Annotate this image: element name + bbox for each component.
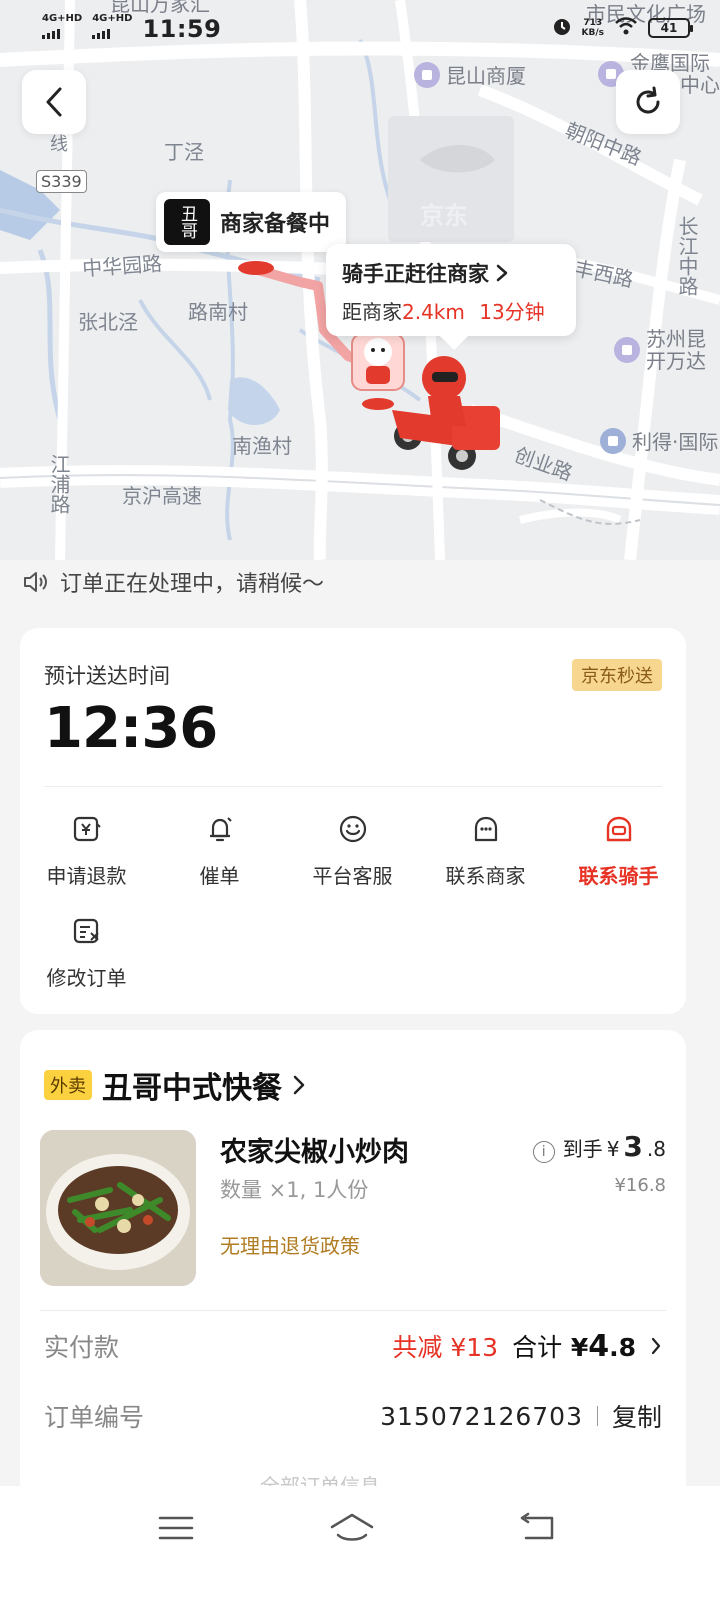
delivery-service-badge: 京东秒送	[572, 659, 662, 691]
system-nav-bar	[0, 1486, 720, 1600]
item-name: 农家尖椒小炒肉	[220, 1137, 409, 1168]
refresh-icon	[636, 86, 660, 114]
poi-lide: 利得·国际	[600, 426, 718, 455]
merchant-marker-bubble[interactable]: 丑哥 商家备餐中	[156, 192, 347, 252]
shop-header[interactable]: 外卖 丑哥中式快餐	[44, 1063, 306, 1107]
net-speed: 713 KB/s	[581, 18, 604, 38]
price-currency: ¥	[606, 1137, 620, 1161]
copy-button[interactable]: 复制	[612, 1398, 662, 1434]
map-label-jiangpulu: 江浦路	[47, 454, 71, 514]
map-label-zhonghualu: 中华园路	[81, 251, 163, 281]
price-prefix: 到手	[562, 1137, 603, 1161]
map-label-dingjing: 丁泾	[164, 140, 204, 164]
bell-icon	[203, 812, 237, 846]
home-icon	[330, 1513, 374, 1541]
rider-eta: 13分钟	[479, 300, 545, 324]
signal-bars-icon	[92, 29, 111, 39]
poi-building-icon	[600, 427, 626, 454]
modify-order-button[interactable]: 修改订单	[20, 914, 153, 991]
home-nav-button[interactable]	[322, 1508, 382, 1548]
chevron-right-icon	[293, 1075, 305, 1095]
shop-logo: 丑哥	[164, 199, 210, 245]
original-price: ¥16.8	[614, 1175, 666, 1196]
customer-service-button[interactable]: 平台客服	[286, 812, 419, 889]
order-number: 315072126703	[380, 1401, 583, 1431]
battery-icon: 41	[648, 18, 693, 38]
signal-bars-icon	[42, 29, 60, 39]
separator	[596, 1406, 598, 1426]
chevron-right-icon	[651, 1337, 661, 1355]
order-number-label: 订单编号	[44, 1403, 145, 1432]
signal-2: 4G+HD	[92, 14, 132, 43]
urge-order-button[interactable]: 催单	[153, 812, 286, 889]
takeout-tag: 外卖	[44, 1070, 92, 1100]
merchant-chat-icon	[469, 812, 503, 846]
menu-nav-button[interactable]	[146, 1508, 206, 1548]
map-label-lunancun: 路南村	[188, 300, 248, 324]
divider	[40, 1310, 666, 1311]
status-bar: 4G+HD 4G+HD 11:59 713 KB/s 41	[0, 0, 720, 52]
eta-label: 预计送达时间	[44, 664, 170, 688]
poi-suzhou: 苏州昆 开万达	[614, 328, 706, 372]
map-label-nanyucun: 南渔村	[232, 434, 292, 458]
order-card: 外卖 丑哥中式快餐 农家尖椒小炒肉 数量 ×1, 1人份 无理由退货政策 i 到…	[20, 1030, 686, 1500]
map-label-changjiangzhonglu: 长江中路	[675, 216, 699, 296]
rider-marker-bubble[interactable]: 骑手正赶往商家 距商家2.4km 13分钟	[326, 244, 576, 336]
refresh-button[interactable]	[616, 70, 680, 134]
map-label-zhangbeijing: 张北泾	[78, 310, 138, 334]
food-image[interactable]	[40, 1130, 196, 1286]
back-nav-icon	[520, 1512, 554, 1540]
contact-rider-button[interactable]: 联系骑手	[552, 812, 685, 889]
smile-icon	[336, 812, 370, 846]
payment-label: 实付款	[44, 1333, 120, 1362]
wifi-icon	[614, 16, 638, 40]
back-button[interactable]	[22, 70, 86, 134]
merchant-status: 商家备餐中	[220, 212, 331, 237]
price-integer: 3	[623, 1130, 643, 1163]
return-policy[interactable]: 无理由退货政策	[220, 1230, 360, 1259]
edit-order-icon	[70, 914, 104, 948]
menu-icon	[158, 1516, 194, 1540]
speaker-icon	[24, 572, 47, 592]
item-price-block: i 到手 ¥3.8 ¥16.8	[532, 1130, 666, 1196]
price-decimal: .8	[646, 1137, 666, 1161]
poi-bag-icon	[414, 61, 440, 88]
map-view[interactable]: 丁泾 中华园路 张北泾 路南村 南渔村 京沪高速 创业路 朝阳中路 丰西路 长江…	[0, 0, 720, 560]
refund-button[interactable]: 申请退款	[20, 812, 153, 889]
item-quantity: 数量 ×1, 1人份	[220, 1178, 369, 1202]
jd-watermark: 京东	[420, 202, 468, 230]
discount-amount: 共减 ¥13	[392, 1333, 499, 1362]
helmet-icon	[602, 812, 636, 846]
signal-1: 4G+HD	[42, 14, 82, 43]
chevron-right-icon	[496, 264, 508, 282]
rider-status: 骑手正赶往商家	[342, 262, 489, 286]
shop-name: 丑哥中式快餐	[102, 1071, 282, 1106]
total-amount: 合计 ¥4.8	[512, 1329, 636, 1364]
poi-bag-icon	[614, 337, 640, 363]
eta-time: 12:36	[44, 696, 218, 761]
alarm-icon	[552, 16, 572, 40]
refund-icon	[70, 812, 104, 846]
clock: 11:59	[142, 14, 222, 43]
distance-prefix: 距商家	[342, 300, 402, 324]
chevron-left-icon	[46, 87, 62, 117]
delivery-card: 预计送达时间 12:36 京东秒送 申请退款 催单 平台客服 联系商家 联系骑手…	[20, 628, 686, 1014]
back-nav-button[interactable]	[508, 1508, 568, 1548]
highway-badge: S339	[36, 170, 87, 193]
info-icon[interactable]: i	[532, 1141, 555, 1163]
rider-distance: 2.4km	[402, 300, 465, 324]
poi-kunshan: 昆山商厦	[414, 60, 526, 89]
contact-merchant-button[interactable]: 联系商家	[419, 812, 552, 889]
map-label-jinghugaosu: 京沪高速	[122, 484, 202, 508]
order-number-row: 订单编号 315072126703 复制	[44, 1396, 662, 1436]
processing-notice: 订单正在处理中，请稍候～	[22, 566, 324, 598]
payment-row[interactable]: 实付款 共减 ¥13 合计 ¥4.8	[44, 1326, 662, 1366]
divider	[44, 786, 662, 787]
